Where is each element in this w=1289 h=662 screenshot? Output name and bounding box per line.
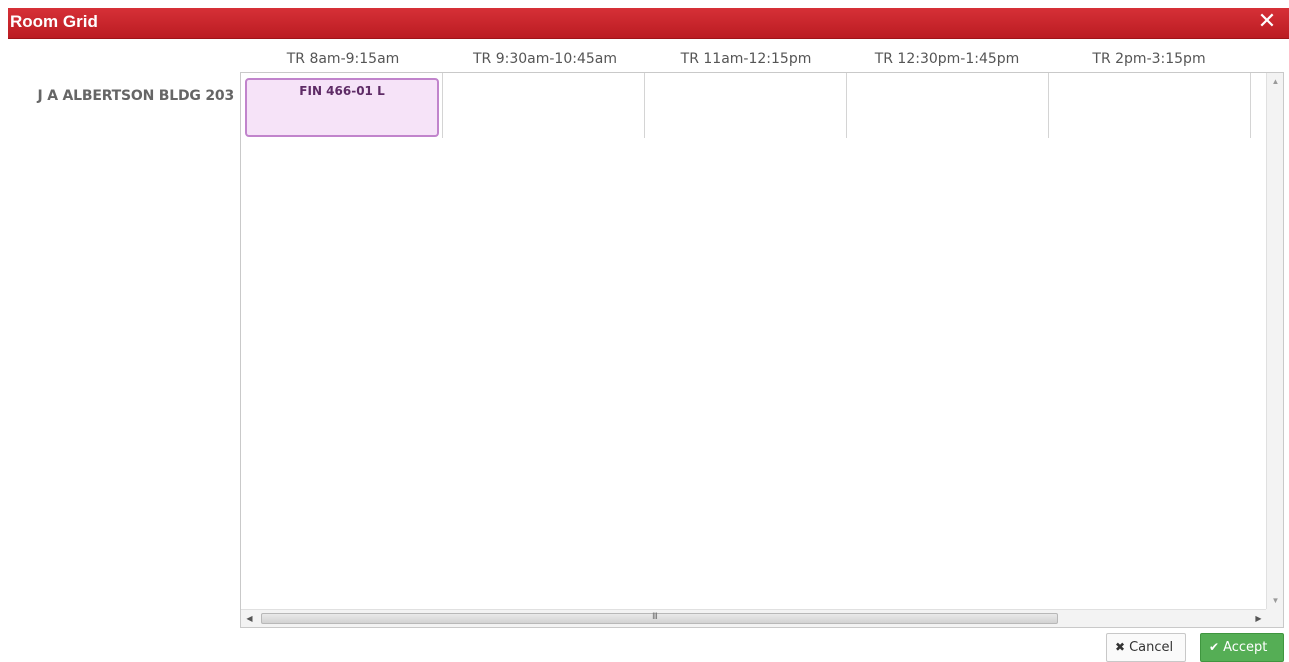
column-header: TR 11am-12:15pm: [680, 51, 812, 67]
cancel-label: Cancel: [1129, 640, 1174, 655]
grid-cell[interactable]: [443, 73, 645, 138]
column-header: TR 9:30am-10:45am: [473, 51, 617, 67]
dialog-titlebar: Room Grid ✕: [8, 8, 1289, 39]
scroll-right-icon[interactable]: ▶: [1250, 610, 1267, 627]
grid-cell[interactable]: [645, 73, 847, 138]
scroll-left-icon[interactable]: ◀: [241, 610, 258, 627]
column-header: TR 8am-9:15am: [286, 51, 400, 67]
room-grid: FIN 466-01 L ▲ ▼ ◀ III ▶: [240, 72, 1284, 628]
accept-label: Accept: [1223, 640, 1268, 655]
dialog-title: Room Grid: [10, 12, 98, 31]
accept-button[interactable]: ✔ Accept: [1200, 633, 1284, 662]
cancel-button[interactable]: ✖ Cancel: [1106, 633, 1186, 662]
room-label: J A ALBERTSON BLDG 203: [37, 88, 235, 104]
scroll-up-icon[interactable]: ▲: [1267, 73, 1283, 90]
scroll-down-icon[interactable]: ▼: [1267, 592, 1283, 609]
check-icon: ✔: [1209, 640, 1220, 654]
close-icon[interactable]: ✕: [1257, 11, 1277, 33]
times-icon: ✖: [1115, 640, 1126, 654]
grid-cell[interactable]: [847, 73, 1049, 138]
horizontal-scrollbar[interactable]: ◀ III ▶: [241, 609, 1283, 627]
column-header: TR 2pm-3:15pm: [1092, 51, 1206, 67]
scrollbar-thumb[interactable]: III: [261, 612, 1058, 624]
column-header: TR 12:30pm-1:45pm: [874, 51, 1020, 67]
course-block[interactable]: FIN 466-01 L: [245, 78, 439, 137]
scrollbar-corner: [1266, 609, 1283, 627]
grid-cell[interactable]: [1049, 73, 1251, 138]
scrollbar-grip: III: [652, 612, 658, 622]
vertical-scrollbar[interactable]: ▲ ▼: [1266, 73, 1283, 609]
grid-cell[interactable]: FIN 466-01 L: [241, 73, 443, 138]
